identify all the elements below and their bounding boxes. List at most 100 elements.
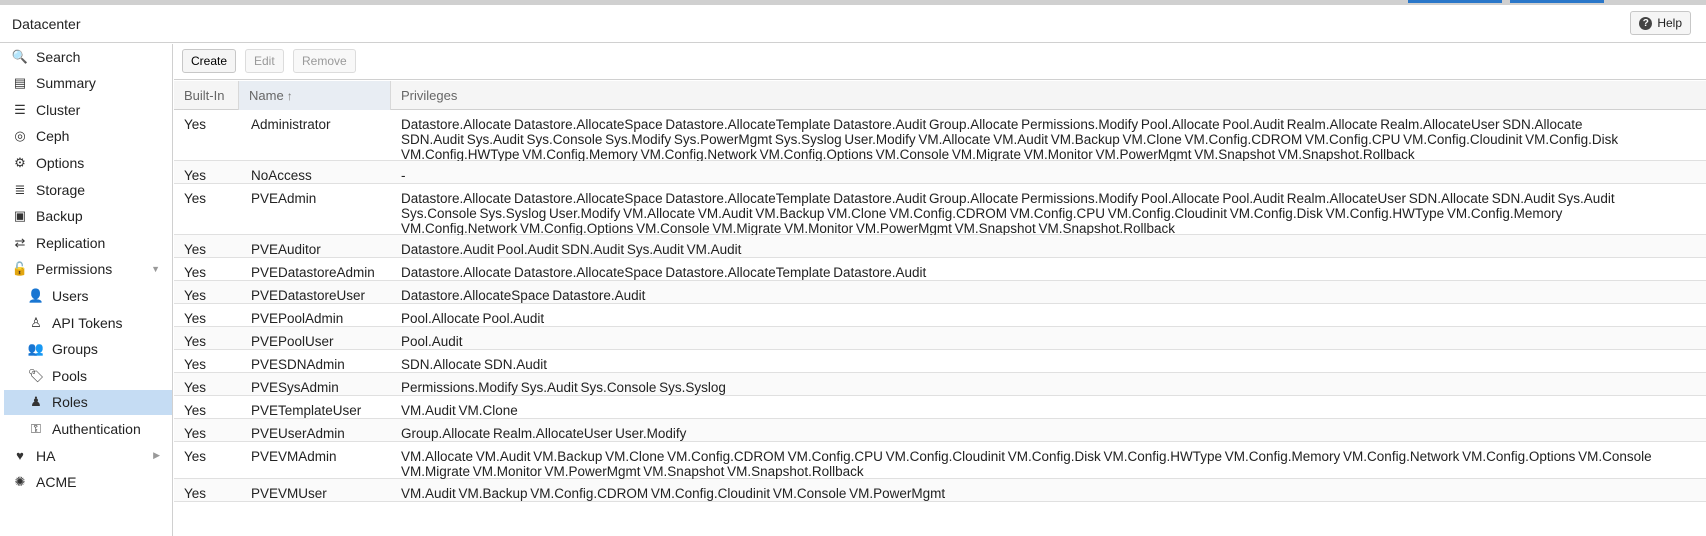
cell-builtin: Yes	[184, 334, 207, 349]
sidebar-item-label: Search	[36, 48, 81, 65]
sidebar-item-ceph[interactable]: ◎ Ceph	[4, 124, 172, 149]
table-row[interactable]: Yes PVEDatastoreAdmin Datastore.Allocate D…	[174, 258, 1706, 281]
table-row[interactable]: Yes PVEAdmin Datastore.Allocate Datastore.…	[174, 184, 1706, 236]
sidebar-item-groups[interactable]: 👥 Groups	[4, 337, 172, 362]
privileges-line: Datastore.Allocate Datastore.AllocateSpa…	[401, 191, 1615, 206]
cell-builtin: Yes	[184, 288, 207, 303]
table-row[interactable]: Yes PVETemplateUser VM.Audit VM.Clone	[174, 396, 1706, 419]
sidebar-item-label: Cluster	[36, 101, 81, 118]
cell-builtin: Yes	[184, 426, 207, 441]
sidebar-item-summary[interactable]: ▤ Summary	[4, 71, 172, 96]
cell-name: PVESDNAdmin	[251, 357, 345, 372]
table-row[interactable]: Yes NoAccess -	[174, 161, 1706, 184]
certificate-icon: ✺	[14, 474, 26, 490]
sidebar-item-backup[interactable]: ▣ Backup	[4, 204, 172, 229]
table-row[interactable]: Yes PVEPoolAdmin Pool.Allocate Pool.Audit	[174, 304, 1706, 327]
cell-privileges: -	[391, 168, 1701, 183]
sidebar-item-authentication[interactable]: ⚿ Authentication	[4, 416, 172, 441]
sidebar-item-search[interactable]: 🔍 Search	[4, 44, 172, 69]
sidebar-item-label: Backup	[36, 208, 83, 225]
sidebar-item-permissions[interactable]: 🔓 Permissions ▼	[4, 257, 172, 282]
sidebar-item-users[interactable]: 👤 Users	[4, 283, 172, 308]
help-button[interactable]: ? Help	[1630, 11, 1691, 35]
privileges-line: VM.Allocate VM.Audit VM.Backup VM.Clone …	[401, 449, 1652, 464]
floppy-icon: ▣	[13, 208, 27, 224]
grid-body: Yes Administrator Datastore.Allocate Datas…	[174, 110, 1706, 502]
privileges-line: VM.Audit VM.Backup VM.Config.CDROM VM.Co…	[401, 486, 946, 501]
sidebar-item-label: API Tokens	[52, 314, 123, 331]
table-row[interactable]: Yes PVEDatastoreUser Datastore.AllocateSpa…	[174, 281, 1706, 304]
privileges-line: VM.Config.HWType VM.Config.Memory VM.Con…	[401, 147, 1415, 162]
cell-builtin: Yes	[184, 265, 207, 280]
sidebar-item-ha[interactable]: ♥ HA ▶	[4, 443, 172, 468]
table-row[interactable]: Yes PVEVMUser VM.Audit VM.Backup VM.Config…	[174, 479, 1706, 502]
cell-builtin: Yes	[184, 403, 207, 418]
remove-button[interactable]: Remove	[293, 49, 356, 73]
user-outline-icon: ♙	[30, 314, 42, 330]
sidebar-item-label: Permissions	[36, 261, 113, 278]
privileges-line: Group.Allocate Realm.AllocateUser User.M…	[401, 426, 687, 441]
cell-privileges: Datastore.AllocateSpace Datastore.Audit	[391, 288, 1701, 303]
cell-name: PVEPoolUser	[251, 334, 334, 349]
cell-privileges: VM.Allocate VM.Audit VM.Backup VM.Clone …	[391, 449, 1701, 479]
key-icon: ⚿	[31, 420, 41, 436]
column-header-privileges[interactable]: Privileges	[391, 81, 1706, 110]
panel-header: Datacenter ? Help	[0, 5, 1706, 43]
server-icon: ☰	[14, 101, 26, 117]
sidebar-item-label: Summary	[36, 75, 96, 92]
sidebar-item-label: Authentication	[52, 420, 141, 437]
privileges-line: VM.Audit VM.Clone	[401, 403, 518, 418]
sidebar-item-label: Users	[52, 287, 89, 304]
table-row[interactable]: Yes PVEAuditor Datastore.Audit Pool.Audit …	[174, 235, 1706, 258]
sidebar-item-cluster[interactable]: ☰ Cluster	[4, 97, 172, 122]
page-title: Datacenter	[12, 16, 81, 32]
cell-name: PVEAuditor	[251, 242, 321, 257]
cell-privileges: VM.Audit VM.Backup VM.Config.CDROM VM.Co…	[391, 486, 1701, 501]
column-header-builtin[interactable]: Built-In	[174, 81, 239, 110]
cell-name: PVEDatastoreAdmin	[251, 265, 375, 280]
cell-name: PVEPoolAdmin	[251, 311, 344, 326]
male-icon: ♟	[30, 394, 42, 410]
table-row[interactable]: Yes PVEUserAdmin Group.Allocate Realm.Allo…	[174, 419, 1706, 442]
top-button-strip	[1510, 0, 1604, 3]
sort-ascending-icon: ↑	[286, 88, 293, 103]
user-icon: 👤	[27, 287, 45, 303]
privileges-line: Datastore.Allocate Datastore.AllocateSpa…	[401, 117, 1583, 132]
sidebar-item-api-tokens[interactable]: ♙ API Tokens	[4, 310, 172, 335]
cell-privileges: SDN.Allocate SDN.Audit	[391, 357, 1701, 372]
cell-privileges: Pool.Audit	[391, 334, 1701, 349]
create-button[interactable]: Create	[182, 49, 237, 73]
cell-name: PVEVMUser	[251, 486, 327, 501]
cell-privileges: Datastore.Audit Pool.Audit SDN.Audit Sys…	[391, 242, 1701, 257]
search-icon: 🔍	[11, 48, 29, 64]
cell-builtin: Yes	[184, 380, 207, 395]
sidebar-item-options[interactable]: ⚙ Options	[4, 150, 172, 175]
edit-button[interactable]: Edit	[245, 49, 284, 73]
sidebar-item-label: Ceph	[36, 128, 70, 145]
sidebar-item-label: Roles	[52, 394, 88, 411]
cell-privileges: Datastore.Allocate Datastore.AllocateSpa…	[391, 191, 1701, 236]
cell-builtin: Yes	[184, 117, 207, 132]
privileges-line: Sys.Console Sys.Syslog User.Modify VM.Al…	[401, 206, 1563, 221]
sidebar-item-roles[interactable]: ♟ Roles	[4, 389, 172, 415]
chevron-right-icon[interactable]: ▶	[153, 450, 160, 461]
sidebar-item-label: Groups	[52, 341, 98, 358]
privileges-line: VM.Config.Network VM.Config.Options VM.C…	[401, 221, 1176, 236]
table-row[interactable]: Yes PVEPoolUser Pool.Audit	[174, 327, 1706, 350]
column-header-name[interactable]: Name ↑	[239, 81, 391, 110]
table-row[interactable]: Yes Administrator Datastore.Allocate Datas…	[174, 110, 1706, 162]
sidebar-item-pools[interactable]: 🏷 Pools	[4, 363, 172, 388]
table-row[interactable]: Yes PVESDNAdmin SDN.Allocate SDN.Audit	[174, 350, 1706, 373]
chevron-down-icon[interactable]: ▼	[151, 264, 160, 274]
table-row[interactable]: Yes PVEVMAdmin VM.Allocate VM.Audit VM.Bac…	[174, 442, 1706, 479]
retweet-icon: ⇄	[14, 234, 26, 250]
sidebar-item-storage[interactable]: ≣ Storage	[4, 177, 172, 202]
cell-privileges: Permissions.Modify Sys.Audit Sys.Console…	[391, 380, 1701, 395]
book-icon: ▤	[13, 75, 27, 91]
sidebar-item-replication[interactable]: ⇄ Replication	[4, 230, 172, 255]
cell-privileges: VM.Audit VM.Clone	[391, 403, 1701, 418]
table-row[interactable]: Yes PVESysAdmin Permissions.Modify Sys.Aud…	[174, 373, 1706, 396]
cell-name: Administrator	[251, 117, 331, 132]
sidebar-item-acme[interactable]: ✺ ACME	[4, 470, 172, 495]
sidebar-item-label: Options	[36, 154, 85, 171]
